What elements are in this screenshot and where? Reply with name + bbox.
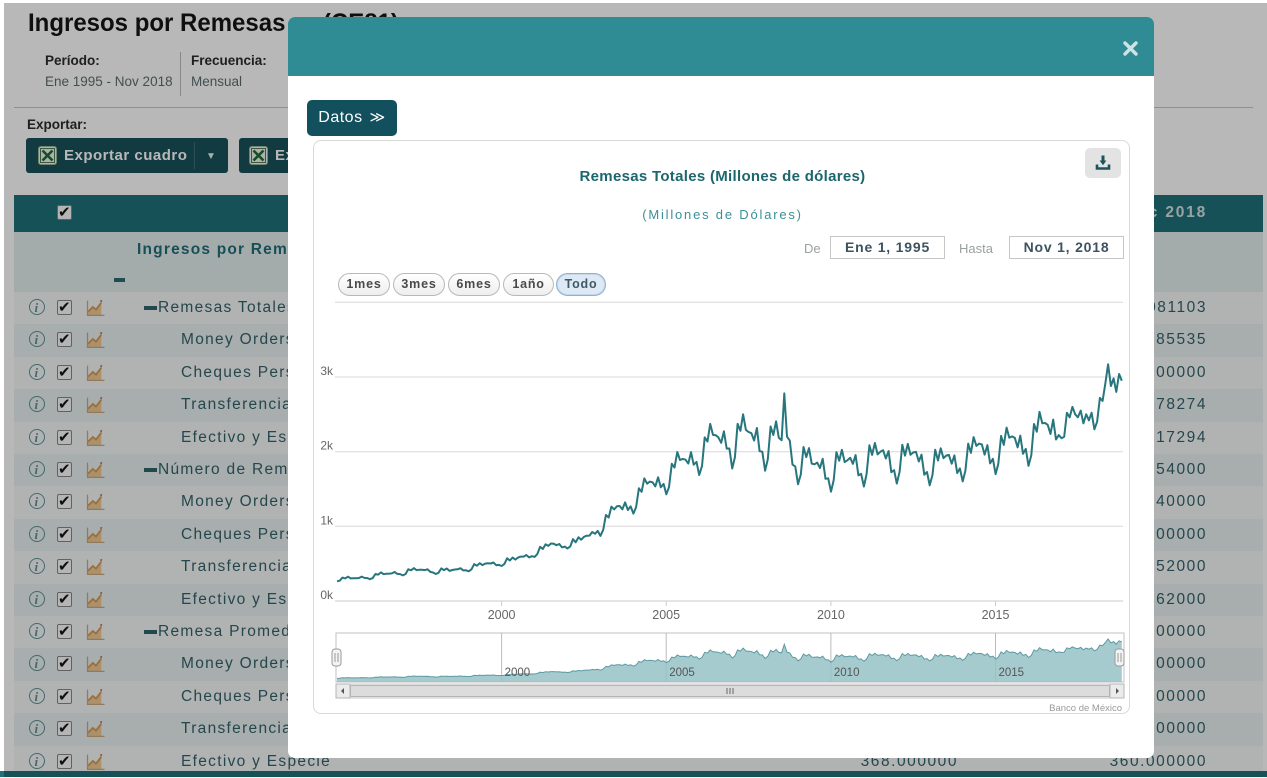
svg-text:2015: 2015 <box>999 667 1025 679</box>
svg-text:1k: 1k <box>320 513 334 527</box>
svg-text:2010: 2010 <box>817 608 845 622</box>
svg-text:2k: 2k <box>320 439 334 453</box>
svg-text:2010: 2010 <box>834 667 860 679</box>
svg-text:0k: 0k <box>320 588 334 602</box>
svg-text:2000: 2000 <box>488 608 516 622</box>
svg-text:2000: 2000 <box>505 667 531 679</box>
svg-text:2005: 2005 <box>669 667 695 679</box>
svg-text:Banco de México: Banco de México <box>1049 703 1122 714</box>
svg-text:2005: 2005 <box>652 608 680 622</box>
svg-text:3k: 3k <box>320 364 334 378</box>
svg-text:2015: 2015 <box>982 608 1010 622</box>
